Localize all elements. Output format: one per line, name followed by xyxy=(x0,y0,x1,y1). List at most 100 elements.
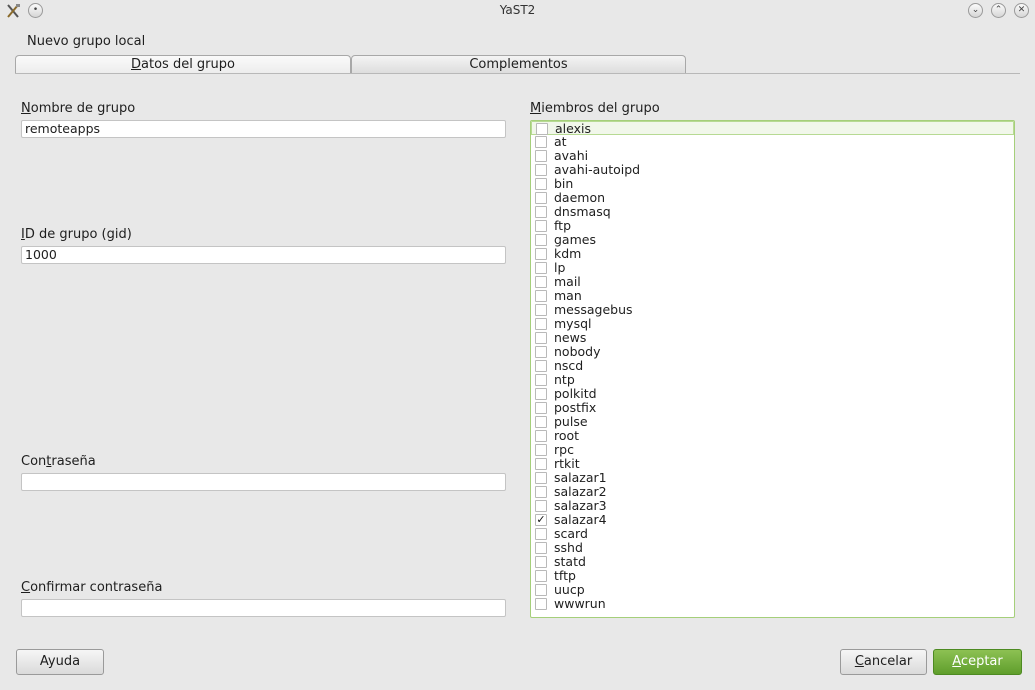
member-checkbox[interactable] xyxy=(535,402,547,414)
member-item-games[interactable]: games xyxy=(531,232,1014,247)
member-checkbox[interactable] xyxy=(535,290,547,302)
member-name: pulse xyxy=(554,414,588,429)
member-checkbox[interactable] xyxy=(535,346,547,358)
member-item-at[interactable]: at xyxy=(531,134,1014,149)
member-item-lp[interactable]: lp xyxy=(531,260,1014,275)
member-checkbox[interactable] xyxy=(535,276,547,288)
member-checkbox[interactable] xyxy=(535,570,547,582)
member-item-uucp[interactable]: uucp xyxy=(531,582,1014,597)
member-checkbox[interactable] xyxy=(535,164,547,176)
member-checkbox[interactable] xyxy=(535,360,547,372)
member-name: games xyxy=(554,232,596,247)
member-checkbox[interactable] xyxy=(535,584,547,596)
member-checkbox[interactable] xyxy=(535,542,547,554)
member-checkbox[interactable] xyxy=(535,332,547,344)
member-checkbox[interactable] xyxy=(535,388,547,400)
member-checkbox[interactable] xyxy=(535,234,547,246)
confirm-password-input[interactable] xyxy=(21,599,506,617)
members-list[interactable]: alexis at avahi avahi-autoipd bin daemon dnsma… xyxy=(530,120,1015,618)
member-checkbox[interactable] xyxy=(535,598,547,610)
member-item-kdm[interactable]: kdm xyxy=(531,246,1014,261)
member-checkbox[interactable] xyxy=(535,416,547,428)
accept-button[interactable]: Aceptar xyxy=(933,649,1022,675)
member-item-sshd[interactable]: sshd xyxy=(531,540,1014,555)
help-button[interactable]: Ayuda xyxy=(16,649,104,675)
member-item-alexis[interactable]: alexis xyxy=(531,121,1014,136)
member-item-nscd[interactable]: nscd xyxy=(531,358,1014,373)
member-checkbox[interactable] xyxy=(535,486,547,498)
member-checkbox[interactable] xyxy=(535,556,547,568)
tab-datos-del-grupo[interactable]: Datos del grupo xyxy=(15,55,351,74)
cancel-button[interactable]: Cancelar xyxy=(840,649,927,675)
member-name: rpc xyxy=(554,442,574,457)
member-item-pulse[interactable]: pulse xyxy=(531,414,1014,429)
window-titlebar: • YaST2 ⌄ ⌃ ✕ xyxy=(0,0,1035,22)
tab-label-mnemonic: D xyxy=(131,57,142,72)
group-name-input[interactable]: remoteapps xyxy=(21,120,506,138)
member-checkbox[interactable] xyxy=(535,206,547,218)
minimize-icon[interactable]: ⌄ xyxy=(968,3,983,18)
member-item-root[interactable]: root xyxy=(531,428,1014,443)
member-name: avahi-autoipd xyxy=(554,162,641,177)
member-item-salazar4[interactable]: ✓ salazar4 xyxy=(531,512,1014,527)
member-checkbox[interactable] xyxy=(536,123,548,135)
member-checkbox[interactable] xyxy=(535,318,547,330)
member-checkbox[interactable] xyxy=(535,500,547,512)
member-checkbox[interactable] xyxy=(535,248,547,260)
member-checkbox[interactable] xyxy=(535,444,547,456)
member-checkbox[interactable] xyxy=(535,430,547,442)
member-item-postfix[interactable]: postfix xyxy=(531,400,1014,415)
member-item-avahi[interactable]: avahi xyxy=(531,148,1014,163)
label-text: onfirmar contraseña xyxy=(30,580,163,595)
member-item-avahi-autoipd[interactable]: avahi-autoipd xyxy=(531,162,1014,177)
member-item-tftp[interactable]: tftp xyxy=(531,568,1014,583)
member-checkbox[interactable] xyxy=(535,192,547,204)
member-item-ntp[interactable]: ntp xyxy=(531,372,1014,387)
member-checkbox[interactable] xyxy=(535,178,547,190)
member-name: avahi xyxy=(554,148,589,163)
member-item-bin[interactable]: bin xyxy=(531,176,1014,191)
member-checkbox[interactable] xyxy=(535,374,547,386)
member-item-scard[interactable]: scard xyxy=(531,526,1014,541)
member-checkbox[interactable] xyxy=(535,262,547,274)
member-checkbox[interactable] xyxy=(535,136,547,148)
maximize-icon[interactable]: ⌃ xyxy=(991,3,1006,18)
member-checkbox[interactable] xyxy=(535,472,547,484)
member-checkbox[interactable] xyxy=(535,150,547,162)
member-checkbox[interactable] xyxy=(535,458,547,470)
member-item-ftp[interactable]: ftp xyxy=(531,218,1014,233)
label-mnemonic: N xyxy=(21,101,31,116)
member-item-rtkit[interactable]: rtkit xyxy=(531,456,1014,471)
member-item-messagebus[interactable]: messagebus xyxy=(531,302,1014,317)
member-item-statd[interactable]: statd xyxy=(531,554,1014,569)
member-checkbox[interactable] xyxy=(535,528,547,540)
member-name: daemon xyxy=(554,190,606,205)
member-item-mail[interactable]: mail xyxy=(531,274,1014,289)
member-name: rtkit xyxy=(554,456,580,471)
member-item-polkitd[interactable]: polkitd xyxy=(531,386,1014,401)
member-name: bin xyxy=(554,176,574,191)
password-input[interactable] xyxy=(21,473,506,491)
member-item-rpc[interactable]: rpc xyxy=(531,442,1014,457)
member-item-wwwrun[interactable]: wwwrun xyxy=(531,596,1014,611)
member-name: nscd xyxy=(554,358,584,373)
member-name: kdm xyxy=(554,246,582,261)
tab-complementos[interactable]: Complementos xyxy=(351,55,686,74)
member-item-salazar2[interactable]: salazar2 xyxy=(531,484,1014,499)
group-id-input[interactable]: 1000 xyxy=(21,246,506,264)
member-item-salazar1[interactable]: salazar1 xyxy=(531,470,1014,485)
member-item-daemon[interactable]: daemon xyxy=(531,190,1014,205)
label-text-pre: Con xyxy=(21,454,47,469)
member-item-mysql[interactable]: mysql xyxy=(531,316,1014,331)
member-item-news[interactable]: news xyxy=(531,330,1014,345)
member-item-salazar3[interactable]: salazar3 xyxy=(531,498,1014,513)
button-label: ancelar xyxy=(863,654,913,669)
member-item-nobody[interactable]: nobody xyxy=(531,344,1014,359)
window-title: YaST2 xyxy=(499,3,536,17)
member-checkbox[interactable]: ✓ xyxy=(535,514,547,526)
member-checkbox[interactable] xyxy=(535,304,547,316)
member-checkbox[interactable] xyxy=(535,220,547,232)
member-item-man[interactable]: man xyxy=(531,288,1014,303)
member-item-dnsmasq[interactable]: dnsmasq xyxy=(531,204,1014,219)
close-icon[interactable]: ✕ xyxy=(1014,3,1029,18)
